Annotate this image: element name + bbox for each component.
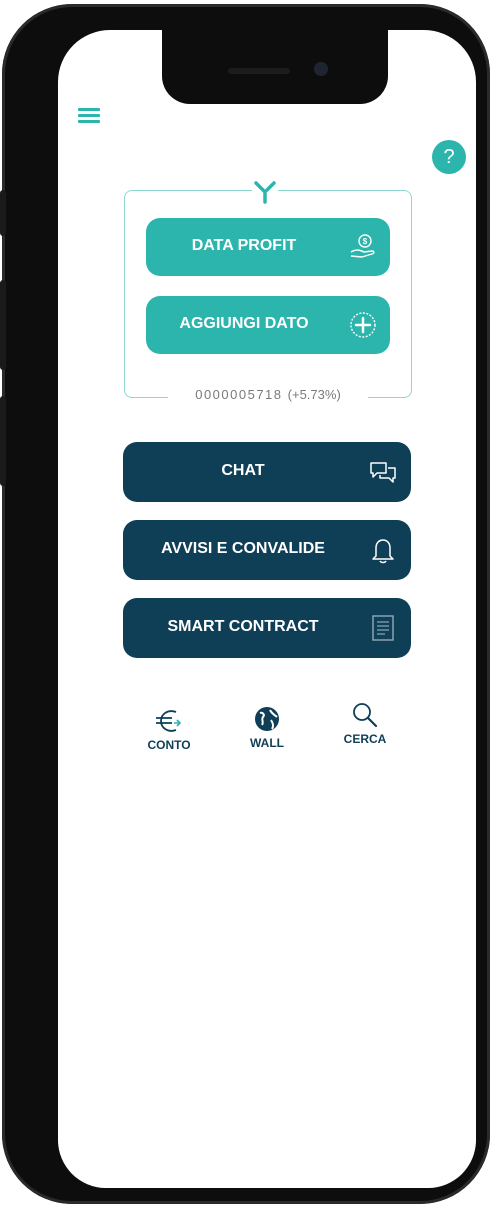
- smart-contract-label: SMART CONTRACT: [167, 618, 319, 635]
- tab-conto-label: CONTO: [147, 738, 191, 752]
- hamburger-menu-icon[interactable]: [78, 108, 100, 126]
- euro-icon: [156, 710, 182, 732]
- hand-coin-icon: $: [350, 234, 375, 258]
- front-camera: [314, 62, 328, 76]
- speaker-grille: [228, 68, 290, 74]
- alerts-label: AVVISI E CONVALIDE: [161, 540, 325, 557]
- alerts-button[interactable]: AVVISI E CONVALIDE: [123, 520, 411, 580]
- tab-wall[interactable]: WALL: [232, 704, 302, 750]
- chat-bubbles-icon: [370, 462, 396, 483]
- notch: [162, 30, 388, 104]
- add-data-label: AGGIUNGI DATO: [179, 315, 309, 332]
- magnifier-icon: [353, 703, 378, 728]
- tab-cerca[interactable]: CERCA: [330, 700, 400, 746]
- plus-circle-icon: [350, 312, 376, 338]
- help-button[interactable]: ?: [432, 140, 466, 174]
- tab-conto[interactable]: CONTO: [134, 706, 204, 752]
- tab-wall-label: WALL: [250, 736, 284, 750]
- data-profit-label: DATA PROFIT: [191, 237, 297, 254]
- chat-button[interactable]: CHAT: [123, 442, 411, 502]
- app-screen: ? DATA PROFIT $ AGGIUNGI DATO 0000005718…: [58, 30, 476, 1188]
- add-data-button[interactable]: AGGIUNGI DATO: [146, 296, 390, 354]
- document-icon: [372, 615, 394, 641]
- side-button-volume-up: [0, 280, 6, 370]
- data-profit-button[interactable]: DATA PROFIT $: [146, 218, 390, 276]
- y-logo-icon: [252, 180, 278, 204]
- phone-frame: ? DATA PROFIT $ AGGIUNGI DATO 0000005718…: [0, 4, 490, 1204]
- data-counter: 0000005718 (+5.73%): [168, 384, 368, 406]
- globe-icon: [255, 707, 279, 731]
- tab-cerca-label: CERCA: [343, 732, 387, 746]
- svg-text:$: $: [363, 237, 368, 246]
- bell-icon: [372, 539, 394, 564]
- counter-value: 0000005718: [195, 387, 283, 402]
- side-button-silent: [0, 190, 6, 236]
- smart-contract-button[interactable]: SMART CONTRACT: [123, 598, 411, 658]
- counter-change: (+5.73%): [287, 387, 341, 402]
- side-button-volume-down: [0, 396, 6, 486]
- chat-label: CHAT: [221, 462, 265, 479]
